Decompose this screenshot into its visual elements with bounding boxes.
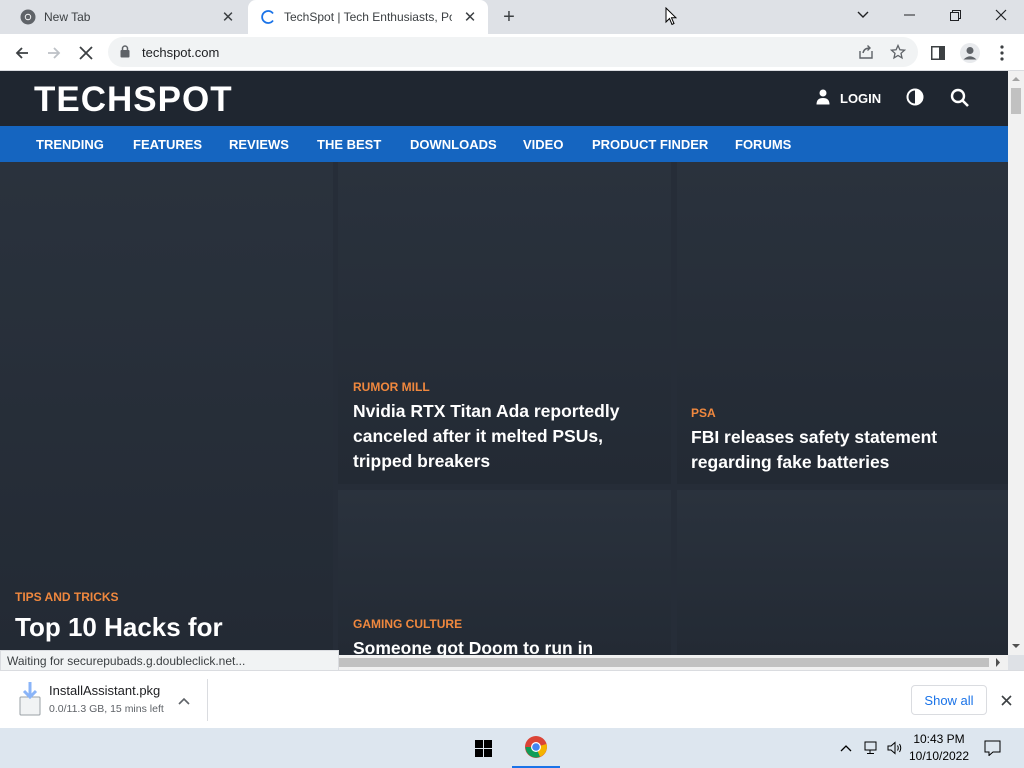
stop-icon xyxy=(79,46,93,60)
profile-avatar-icon xyxy=(960,43,980,63)
new-tab-button[interactable]: + xyxy=(498,6,520,28)
tab-search-button[interactable] xyxy=(840,0,886,30)
nav-reviews[interactable]: REVIEWS xyxy=(229,137,289,152)
tab-title: New Tab xyxy=(44,10,91,24)
page-viewport: TECHSPOT LOGIN TRENDING FEATURES REVIEWS… xyxy=(0,71,1008,655)
url-text: techspot.com xyxy=(142,45,220,60)
nav-forums[interactable]: FORUMS xyxy=(735,137,791,152)
start-button[interactable] xyxy=(465,728,501,768)
windows-taskbar: 10:43 PM 10/10/2022 xyxy=(0,728,1024,768)
site-nav: TRENDING FEATURES REVIEWS THE BEST DOWNL… xyxy=(0,126,1008,162)
clock-time: 10:43 PM xyxy=(913,732,965,746)
tab-strip: New Tab ✕ TechSpot | Tech Enthusiasts, P… xyxy=(0,0,1024,34)
chrome-icon xyxy=(525,736,547,758)
chrome-icon xyxy=(20,9,36,25)
file-download-icon xyxy=(18,681,42,722)
article-category: TIPS AND TRICKS xyxy=(15,590,119,604)
restore-icon xyxy=(949,9,961,21)
article-headline: Someone got Doom to run in xyxy=(353,638,594,655)
scrollbar-thumb[interactable] xyxy=(1011,88,1021,114)
nav-the-best[interactable]: THE BEST xyxy=(317,137,381,152)
download-item[interactable]: InstallAssistant.pkg 0.0/11.3 GB, 15 min… xyxy=(14,679,208,721)
back-button[interactable] xyxy=(8,39,36,67)
close-tab-icon[interactable]: ✕ xyxy=(218,7,238,27)
network-icon[interactable] xyxy=(862,728,882,768)
article-headline: FBI releases safety statement regarding … xyxy=(691,427,938,472)
chevron-down-icon xyxy=(857,11,869,18)
show-all-button[interactable]: Show all xyxy=(911,685,987,715)
scroll-down-icon[interactable] xyxy=(1012,643,1020,649)
tab-title: TechSpot | Tech Enthusiasts, Power Users xyxy=(284,10,452,24)
nav-product-finder[interactable]: PRODUCT FINDER xyxy=(592,137,708,152)
mouse-cursor-icon xyxy=(665,6,678,31)
tab-new-tab[interactable]: New Tab ✕ xyxy=(8,0,246,34)
close-shelf-icon[interactable] xyxy=(997,691,1015,709)
notification-icon[interactable] xyxy=(980,728,1004,768)
address-bar[interactable]: techspot.com xyxy=(108,37,918,67)
scroll-up-icon[interactable] xyxy=(1012,76,1020,82)
share-icon[interactable] xyxy=(858,44,874,60)
system-clock[interactable]: 10:43 PM 10/10/2022 xyxy=(906,731,972,765)
close-window-button[interactable] xyxy=(978,0,1024,30)
article-card-rumor[interactable]: RUMOR MILL Nvidia RTX Titan Ada reported… xyxy=(338,162,671,484)
status-bubble: Waiting for securepubads.g.doubleclick.n… xyxy=(0,650,339,672)
minimize-button[interactable] xyxy=(886,0,932,30)
article-card-empty[interactable] xyxy=(677,490,1008,655)
article-headline: Top 10 Hacks for xyxy=(15,612,223,642)
restore-button[interactable] xyxy=(932,0,978,30)
side-panel-icon xyxy=(931,46,945,60)
login-link[interactable]: LOGIN xyxy=(816,89,881,108)
logo-text: TECHSPOT xyxy=(34,80,233,119)
download-shelf: InstallAssistant.pkg 0.0/11.3 GB, 15 min… xyxy=(0,670,1024,728)
volume-icon[interactable] xyxy=(884,728,906,768)
more-vertical-icon xyxy=(1000,45,1004,61)
scrollbar-thumb[interactable] xyxy=(339,658,989,667)
user-icon xyxy=(816,89,830,108)
taskbar-chrome[interactable] xyxy=(512,728,560,768)
loading-spinner-icon xyxy=(260,9,276,25)
article-headline: Nvidia RTX Titan Ada reportedly canceled… xyxy=(353,401,620,471)
article-card-psa[interactable]: PSA FBI releases safety statement regard… xyxy=(677,162,1008,484)
windows-logo-icon xyxy=(474,739,492,757)
article-card-gaming[interactable]: GAMING CULTURE Someone got Doom to run i… xyxy=(338,490,671,655)
download-progress-text: 0.0/11.3 GB, 15 mins left xyxy=(49,703,164,715)
stop-loading-button[interactable] xyxy=(72,39,100,67)
scroll-right-icon[interactable] xyxy=(995,658,1001,667)
theme-toggle-icon[interactable] xyxy=(906,88,926,108)
close-icon xyxy=(995,9,1007,21)
article-category: RUMOR MILL xyxy=(353,380,430,394)
lock-icon xyxy=(120,45,130,63)
menu-button[interactable] xyxy=(988,39,1016,67)
clock-date: 10/10/2022 xyxy=(908,749,970,763)
browser-toolbar: techspot.com xyxy=(0,34,1024,71)
vertical-scrollbar[interactable] xyxy=(1008,71,1024,655)
nav-features[interactable]: FEATURES xyxy=(133,137,202,152)
minimize-icon xyxy=(903,14,915,16)
arrow-right-icon xyxy=(48,47,61,59)
featured-articles: TIPS AND TRICKS Top 10 Hacks for RUMOR M… xyxy=(0,162,1008,655)
article-category: PSA xyxy=(691,406,716,420)
download-file-name: InstallAssistant.pkg xyxy=(49,683,161,698)
search-icon[interactable] xyxy=(950,88,970,108)
forward-button[interactable] xyxy=(40,39,68,67)
nav-video[interactable]: VIDEO xyxy=(523,137,563,152)
chevron-up-icon[interactable] xyxy=(178,692,190,710)
login-label: LOGIN xyxy=(840,91,882,106)
article-card-tips[interactable]: TIPS AND TRICKS Top 10 Hacks for xyxy=(0,162,333,655)
nav-trending[interactable]: TRENDING xyxy=(36,137,104,152)
close-tab-icon[interactable]: ✕ xyxy=(460,7,480,27)
article-category: GAMING CULTURE xyxy=(353,617,463,631)
bookmark-star-icon[interactable] xyxy=(890,44,906,60)
nav-downloads[interactable]: DOWNLOADS xyxy=(410,137,497,152)
techspot-logo[interactable]: TECHSPOT xyxy=(34,80,233,120)
tab-techspot[interactable]: TechSpot | Tech Enthusiasts, Power Users… xyxy=(248,0,488,34)
profile-button[interactable] xyxy=(956,39,984,67)
side-panel-button[interactable] xyxy=(924,39,952,67)
chevron-up-icon[interactable] xyxy=(838,728,854,768)
site-header: TECHSPOT LOGIN xyxy=(0,71,1008,126)
arrow-left-icon xyxy=(15,47,28,59)
